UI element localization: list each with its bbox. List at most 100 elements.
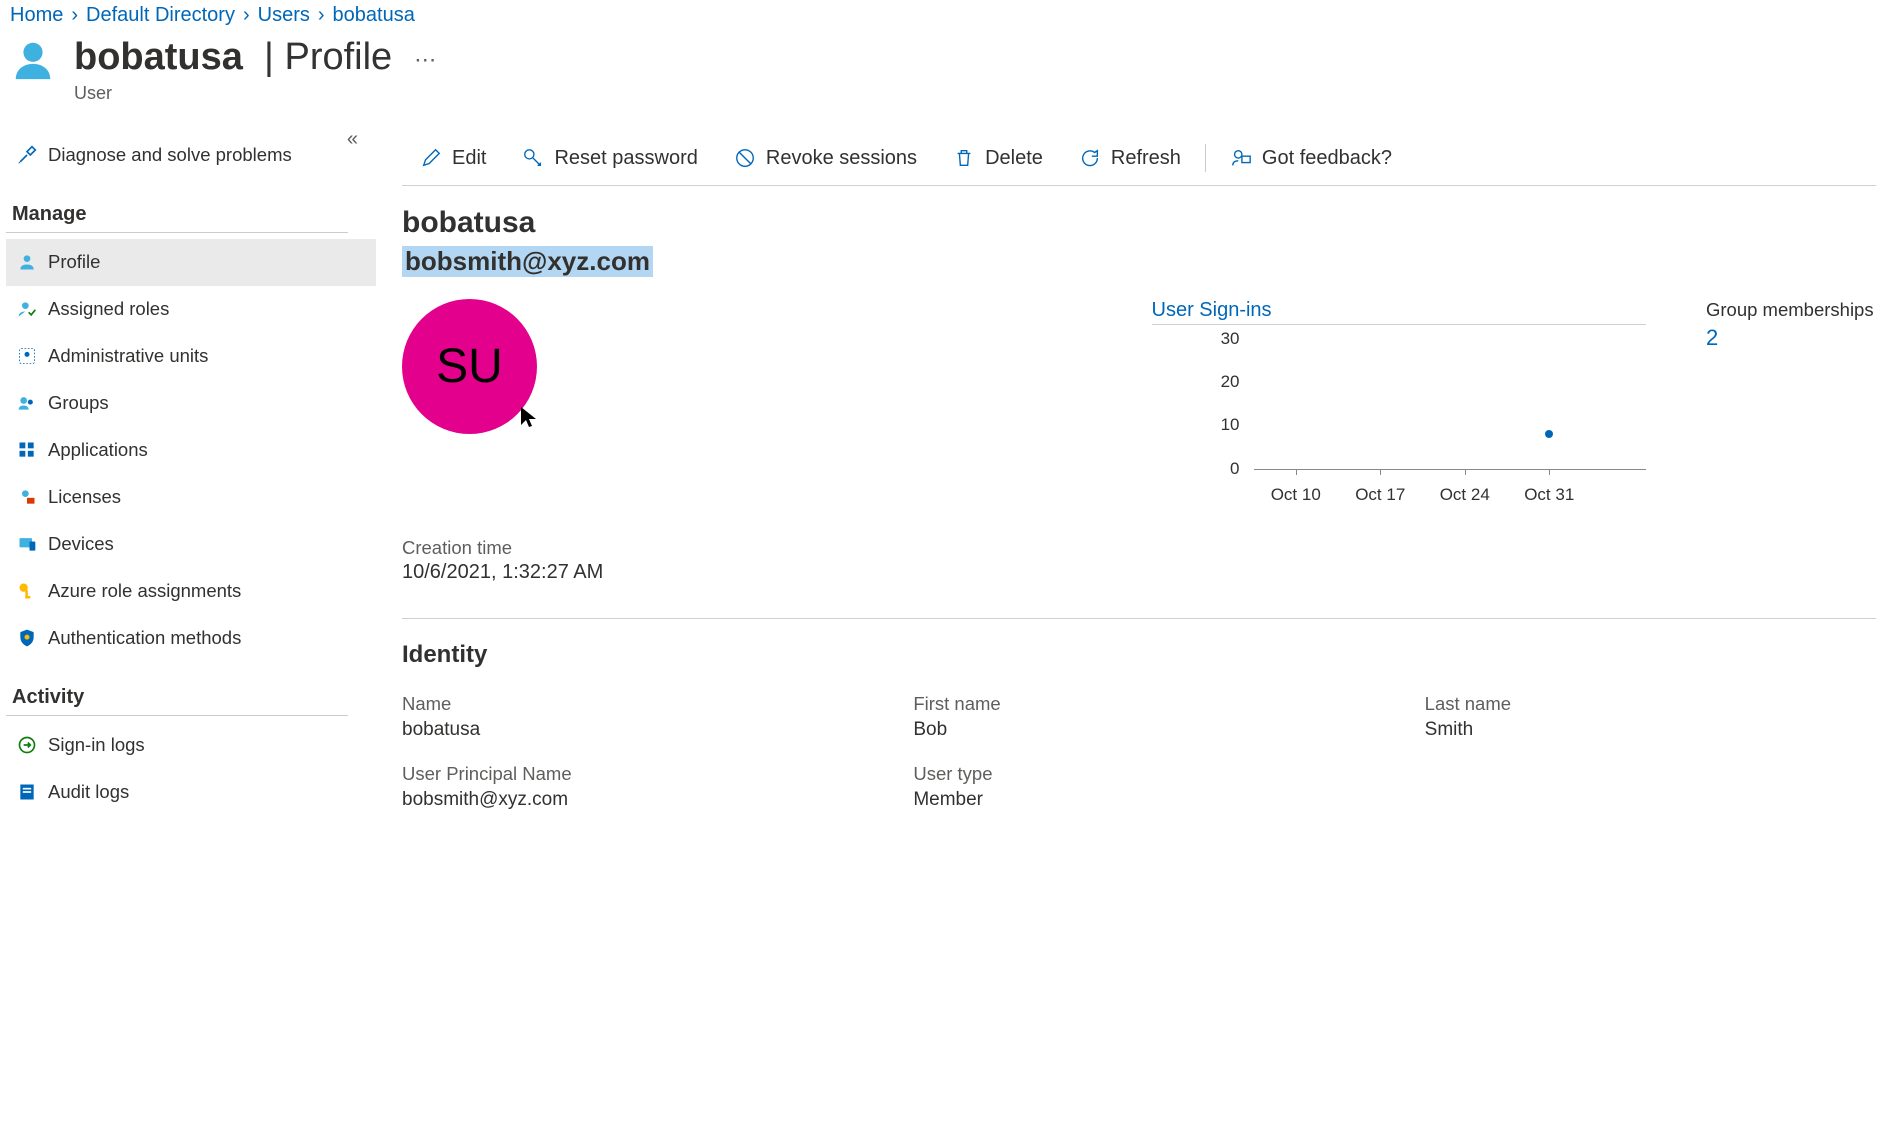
name-label: Name: [402, 693, 853, 715]
user-check-icon: [12, 299, 42, 319]
toolbar: Edit Reset password Revoke sessions Dele…: [402, 132, 1876, 186]
sidebar-item-devices[interactable]: Devices: [6, 521, 376, 568]
reset-password-button[interactable]: Reset password: [504, 147, 715, 170]
mouse-cursor-icon: [519, 405, 537, 429]
group-memberships-card: Group memberships 2: [1706, 299, 1876, 351]
sidebar-item-label: Licenses: [48, 486, 121, 508]
y-tick: 20: [1152, 372, 1252, 392]
refresh-icon: [1079, 147, 1101, 169]
page-header: bobatusa | Profile User ⋯: [0, 29, 1886, 132]
collapse-sidebar-button[interactable]: «: [347, 128, 358, 151]
creation-time-label: Creation time: [402, 537, 1876, 559]
firstname-value: Bob: [913, 719, 1364, 741]
main-content: Edit Reset password Revoke sessions Dele…: [376, 132, 1886, 833]
display-name: bobatusa: [402, 206, 1876, 240]
sidebar-item-audit-logs[interactable]: Audit logs: [6, 769, 376, 816]
y-tick: 0: [1152, 459, 1252, 479]
x-tick: Oct 10: [1271, 485, 1321, 505]
upn-label: User Principal Name: [402, 763, 853, 785]
usertype-value: Member: [913, 789, 1364, 811]
license-icon: [12, 487, 42, 507]
name-value: bobatusa: [402, 719, 853, 741]
sidebar-item-assigned-roles[interactable]: Assigned roles: [6, 286, 376, 333]
block-icon: [734, 147, 756, 169]
chart-title: User Sign-ins: [1152, 299, 1647, 325]
group-memberships-value[interactable]: 2: [1706, 325, 1876, 351]
key-reset-icon: [522, 147, 544, 169]
button-label: Delete: [985, 147, 1043, 170]
sidebar-group-activity: Activity: [6, 662, 348, 716]
crumb-home[interactable]: Home: [10, 4, 63, 27]
sidebar-item-admin-units[interactable]: Administrative units: [6, 333, 376, 380]
sidebar-item-label: Applications: [48, 439, 148, 461]
crumb-current[interactable]: bobatusa: [333, 4, 415, 27]
sidebar-item-label: Authentication methods: [48, 627, 241, 649]
sidebar-item-profile[interactable]: Profile: [6, 239, 376, 286]
user-icon: [10, 37, 56, 83]
chevron-right-icon: ›: [318, 4, 325, 27]
chevron-right-icon: ›: [243, 4, 250, 27]
pencil-icon: [420, 147, 442, 169]
page-title: bobatusa | Profile: [74, 37, 392, 79]
user-principal-name-highlight: bobsmith@xyz.com: [402, 246, 653, 277]
signin-icon: [12, 735, 42, 755]
more-actions-button[interactable]: ⋯: [414, 47, 438, 73]
lastname-label: Last name: [1425, 693, 1876, 715]
sidebar-item-label: Administrative units: [48, 345, 208, 367]
sidebar-item-label: Profile: [48, 251, 100, 273]
edit-button[interactable]: Edit: [402, 147, 504, 170]
group-memberships-label: Group memberships: [1706, 299, 1876, 321]
sidebar-item-licenses[interactable]: Licenses: [6, 474, 376, 521]
admin-unit-icon: [12, 346, 42, 366]
page-subtitle: User: [74, 83, 392, 104]
breadcrumb: Home › Default Directory › Users › bobat…: [0, 0, 1886, 29]
sidebar-item-auth-methods[interactable]: Authentication methods: [6, 615, 376, 662]
sidebar-item-label: Groups: [48, 392, 109, 414]
y-tick: 30: [1152, 329, 1252, 349]
sidebar-item-label: Audit logs: [48, 781, 129, 803]
user-icon: [12, 252, 42, 272]
sidebar-item-azure-roles[interactable]: Azure role assignments: [6, 568, 376, 615]
sidebar-item-label: Azure role assignments: [48, 580, 241, 602]
button-label: Revoke sessions: [766, 147, 917, 170]
button-label: Reset password: [554, 147, 697, 170]
revoke-sessions-button[interactable]: Revoke sessions: [716, 147, 935, 170]
lastname-value: Smith: [1425, 719, 1876, 741]
refresh-button[interactable]: Refresh: [1061, 147, 1199, 170]
y-tick: 10: [1152, 415, 1252, 435]
crumb-users[interactable]: Users: [258, 4, 310, 27]
sidebar-item-groups[interactable]: Groups: [6, 380, 376, 427]
delete-button[interactable]: Delete: [935, 147, 1061, 170]
sidebar-item-label: Sign-in logs: [48, 734, 145, 756]
identity-section: Identity Name bobatusa User Principal Na…: [402, 641, 1876, 833]
sidebar-item-diagnose[interactable]: Diagnose and solve problems: [6, 132, 376, 179]
apps-icon: [12, 440, 42, 460]
signins-chart[interactable]: User Sign-ins 0 10 20 30 Oct 10 Oct 17 Oct 24…: [1152, 299, 1647, 509]
x-tick: Oct 31: [1524, 485, 1574, 505]
toolbar-divider: [1205, 144, 1206, 172]
feedback-icon: [1230, 147, 1252, 169]
sidebar-item-label: Devices: [48, 533, 114, 555]
sidebar-item-applications[interactable]: Applications: [6, 427, 376, 474]
crumb-directory[interactable]: Default Directory: [86, 4, 235, 27]
sidebar-item-signin-logs[interactable]: Sign-in logs: [6, 722, 376, 769]
button-label: Refresh: [1111, 147, 1181, 170]
section-divider: [402, 618, 1876, 619]
wrench-icon: [12, 145, 42, 165]
x-tick: Oct 24: [1440, 485, 1490, 505]
key-icon: [12, 581, 42, 601]
device-icon: [12, 534, 42, 554]
feedback-button[interactable]: Got feedback?: [1212, 147, 1410, 170]
avatar: SU: [402, 299, 537, 434]
sidebar-item-label: Assigned roles: [48, 298, 169, 320]
sidebar-item-label: Diagnose and solve problems: [48, 144, 292, 166]
identity-heading: Identity: [402, 641, 1876, 669]
chevron-right-icon: ›: [71, 4, 78, 27]
x-tick: Oct 17: [1355, 485, 1405, 505]
trash-icon: [953, 147, 975, 169]
upn-value: bobsmith@xyz.com: [402, 789, 853, 811]
shield-icon: [12, 628, 42, 648]
creation-time-value: 10/6/2021, 1:32:27 AM: [402, 561, 1876, 584]
data-point: [1545, 430, 1553, 438]
group-icon: [12, 393, 42, 413]
